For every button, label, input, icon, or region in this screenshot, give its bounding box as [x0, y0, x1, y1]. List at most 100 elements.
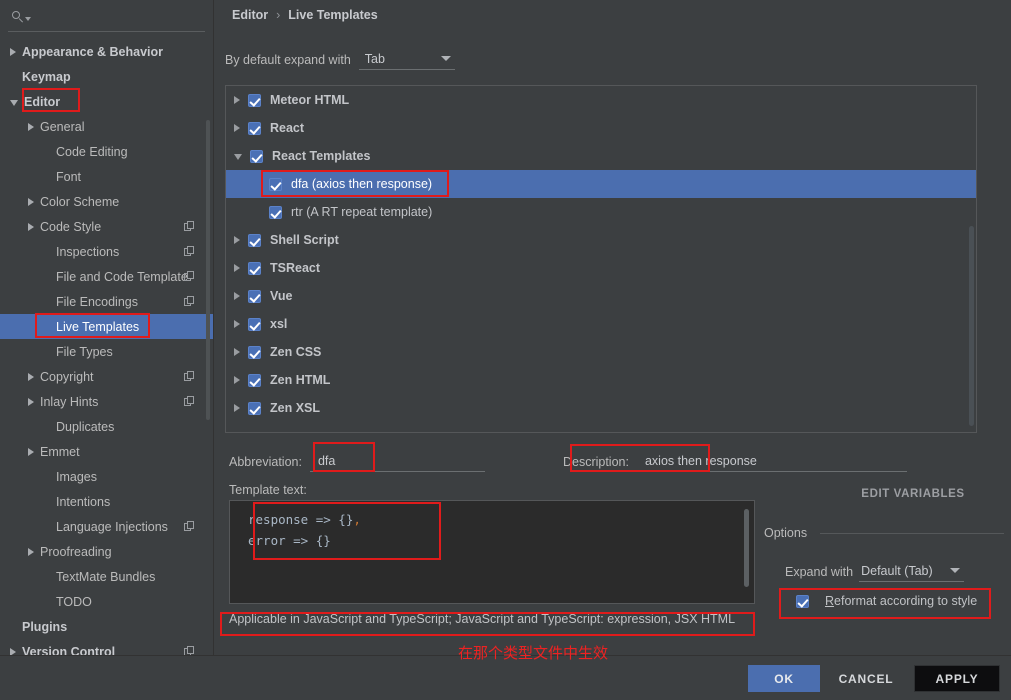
chevron-right-icon[interactable] [28, 122, 34, 131]
chevron-down-icon[interactable] [10, 99, 18, 106]
description-input[interactable]: axios then response [636, 451, 907, 472]
sidebar-item-proofreading[interactable]: Proofreading [0, 539, 213, 564]
sidebar-item-label: Code Style [40, 219, 102, 234]
sidebar-item-file-types[interactable]: File Types [0, 339, 213, 364]
ok-button[interactable]: OK [748, 665, 820, 692]
copy-icon [184, 246, 195, 257]
template-list-row[interactable]: Zen XSL [226, 394, 976, 422]
sidebar-item-plugins[interactable]: Plugins [0, 614, 213, 639]
chevron-right-icon[interactable] [28, 447, 34, 456]
chevron-right-icon[interactable] [234, 264, 240, 272]
reformat-checkbox[interactable] [796, 594, 809, 608]
template-list-row[interactable]: dfa (axios then response) [226, 170, 976, 198]
sidebar-item-color-scheme[interactable]: Color Scheme [0, 189, 213, 214]
template-checkbox[interactable] [248, 121, 261, 135]
template-list-row[interactable]: Zen CSS [226, 338, 976, 366]
chevron-right-icon[interactable] [234, 124, 240, 132]
chevron-down-icon[interactable] [234, 154, 242, 160]
sidebar-item-copyright[interactable]: Copyright [0, 364, 213, 389]
template-checkbox[interactable] [250, 149, 263, 163]
sidebar-item-label: Inspections [56, 244, 120, 259]
sidebar-item-label: Duplicates [56, 419, 115, 434]
sidebar-item-intentions[interactable]: Intentions [0, 489, 213, 514]
breadcrumb-separator-icon: › [276, 8, 281, 22]
sidebar-item-code-editing[interactable]: Code Editing [0, 139, 213, 164]
sidebar-item-keymap[interactable]: Keymap [0, 64, 213, 89]
annotation-chinese-note: 在那个类型文件中生效 [458, 644, 609, 662]
sidebar-item-label: File Encodings [56, 294, 138, 309]
template-text-editor[interactable]: response => {}, error => {} [229, 500, 755, 604]
sidebar-item-inspections[interactable]: Inspections [0, 239, 213, 264]
reformat-label-mnemonic: R [825, 594, 835, 608]
chevron-right-icon[interactable] [234, 376, 240, 384]
template-list-row[interactable]: React [226, 114, 976, 142]
abbreviation-input[interactable]: dfa [309, 451, 485, 472]
chevron-right-icon[interactable] [234, 404, 240, 412]
chevron-right-icon[interactable] [28, 222, 34, 231]
sidebar-item-live-templates[interactable]: Live Templates [0, 314, 213, 339]
reformat-option-row[interactable]: Reformat according to style [796, 594, 977, 608]
template-list-row[interactable]: TSReact [226, 254, 976, 282]
template-list-row[interactable]: Shell Script [226, 226, 976, 254]
template-checkbox[interactable] [269, 205, 282, 219]
sidebar-item-font[interactable]: Font [0, 164, 213, 189]
template-list-row[interactable]: React Templates [226, 142, 976, 170]
sidebar-item-label: Language Injections [56, 519, 168, 534]
template-checkbox[interactable] [269, 177, 282, 191]
template-checkbox[interactable] [248, 93, 261, 107]
template-list-row[interactable]: rtr (A RT repeat template) [226, 198, 976, 226]
template-text-scrollbar[interactable] [744, 509, 749, 587]
sidebar-item-code-style[interactable]: Code Style [0, 214, 213, 239]
edit-variables-button[interactable]: EDIT VARIABLES [820, 488, 1006, 500]
template-checkbox[interactable] [248, 261, 261, 275]
default-expand-dropdown[interactable]: Tab [358, 48, 455, 70]
sidebar-item-inlay-hints[interactable]: Inlay Hints [0, 389, 213, 414]
sidebar-item-appearance-behavior[interactable]: Appearance & Behavior [0, 39, 213, 64]
templates-list[interactable]: Meteor HTML React React Templates dfa (axio… [225, 85, 977, 433]
template-checkbox[interactable] [248, 401, 261, 415]
chevron-right-icon[interactable] [234, 320, 240, 328]
template-list-row[interactable]: Meteor HTML [226, 86, 976, 114]
cancel-button[interactable]: CANCEL [830, 665, 902, 692]
sidebar-item-editor[interactable]: Editor [0, 89, 213, 114]
sidebar-item-images[interactable]: Images [0, 464, 213, 489]
template-list-row[interactable]: Vue [226, 282, 976, 310]
template-checkbox[interactable] [248, 373, 261, 387]
chevron-right-icon[interactable] [234, 348, 240, 356]
sidebar-item-textmate-bundles[interactable]: TextMate Bundles [0, 564, 213, 589]
sidebar-search[interactable] [0, 0, 213, 32]
chevron-right-icon[interactable] [28, 197, 34, 206]
applicable-context-label[interactable]: Applicable in JavaScript and TypeScript;… [229, 612, 769, 626]
chevron-right-icon[interactable] [234, 96, 240, 104]
template-checkbox[interactable] [248, 289, 261, 303]
copy-icon [184, 271, 195, 282]
sidebar-item-label: Keymap [22, 69, 71, 84]
sidebar-item-file-encodings[interactable]: File Encodings [0, 289, 213, 314]
sidebar-item-file-and-code-template[interactable]: File and Code Template [0, 264, 213, 289]
apply-button[interactable]: APPLY [914, 665, 1000, 692]
templates-list-scrollbar[interactable] [969, 226, 974, 426]
chevron-right-icon[interactable] [28, 547, 34, 556]
sidebar-item-general[interactable]: General [0, 114, 213, 139]
breadcrumb-root[interactable]: Editor [232, 8, 268, 22]
chevron-right-icon[interactable] [10, 47, 16, 56]
sidebar-item-duplicates[interactable]: Duplicates [0, 414, 213, 439]
chevron-down-icon[interactable] [25, 16, 31, 21]
template-checkbox[interactable] [248, 317, 261, 331]
template-checkbox[interactable] [248, 345, 261, 359]
reformat-label-rest: eformat according to style [834, 594, 978, 608]
sidebar-scrollbar[interactable] [206, 120, 210, 420]
chevron-right-icon[interactable] [28, 397, 34, 406]
options-title: Options [764, 526, 808, 540]
sidebar-item-emmet[interactable]: Emmet [0, 439, 213, 464]
template-checkbox[interactable] [248, 233, 261, 247]
template-list-row[interactable]: xsl [226, 310, 976, 338]
sidebar-item-todo[interactable]: TODO [0, 589, 213, 614]
chevron-right-icon[interactable] [234, 292, 240, 300]
sidebar-item-label: TextMate Bundles [56, 569, 156, 584]
sidebar-item-language-injections[interactable]: Language Injections [0, 514, 213, 539]
expand-with-dropdown[interactable]: Default (Tab) [859, 560, 965, 582]
chevron-right-icon[interactable] [28, 372, 34, 381]
template-list-row[interactable]: Zen HTML [226, 366, 976, 394]
chevron-right-icon[interactable] [234, 236, 240, 244]
